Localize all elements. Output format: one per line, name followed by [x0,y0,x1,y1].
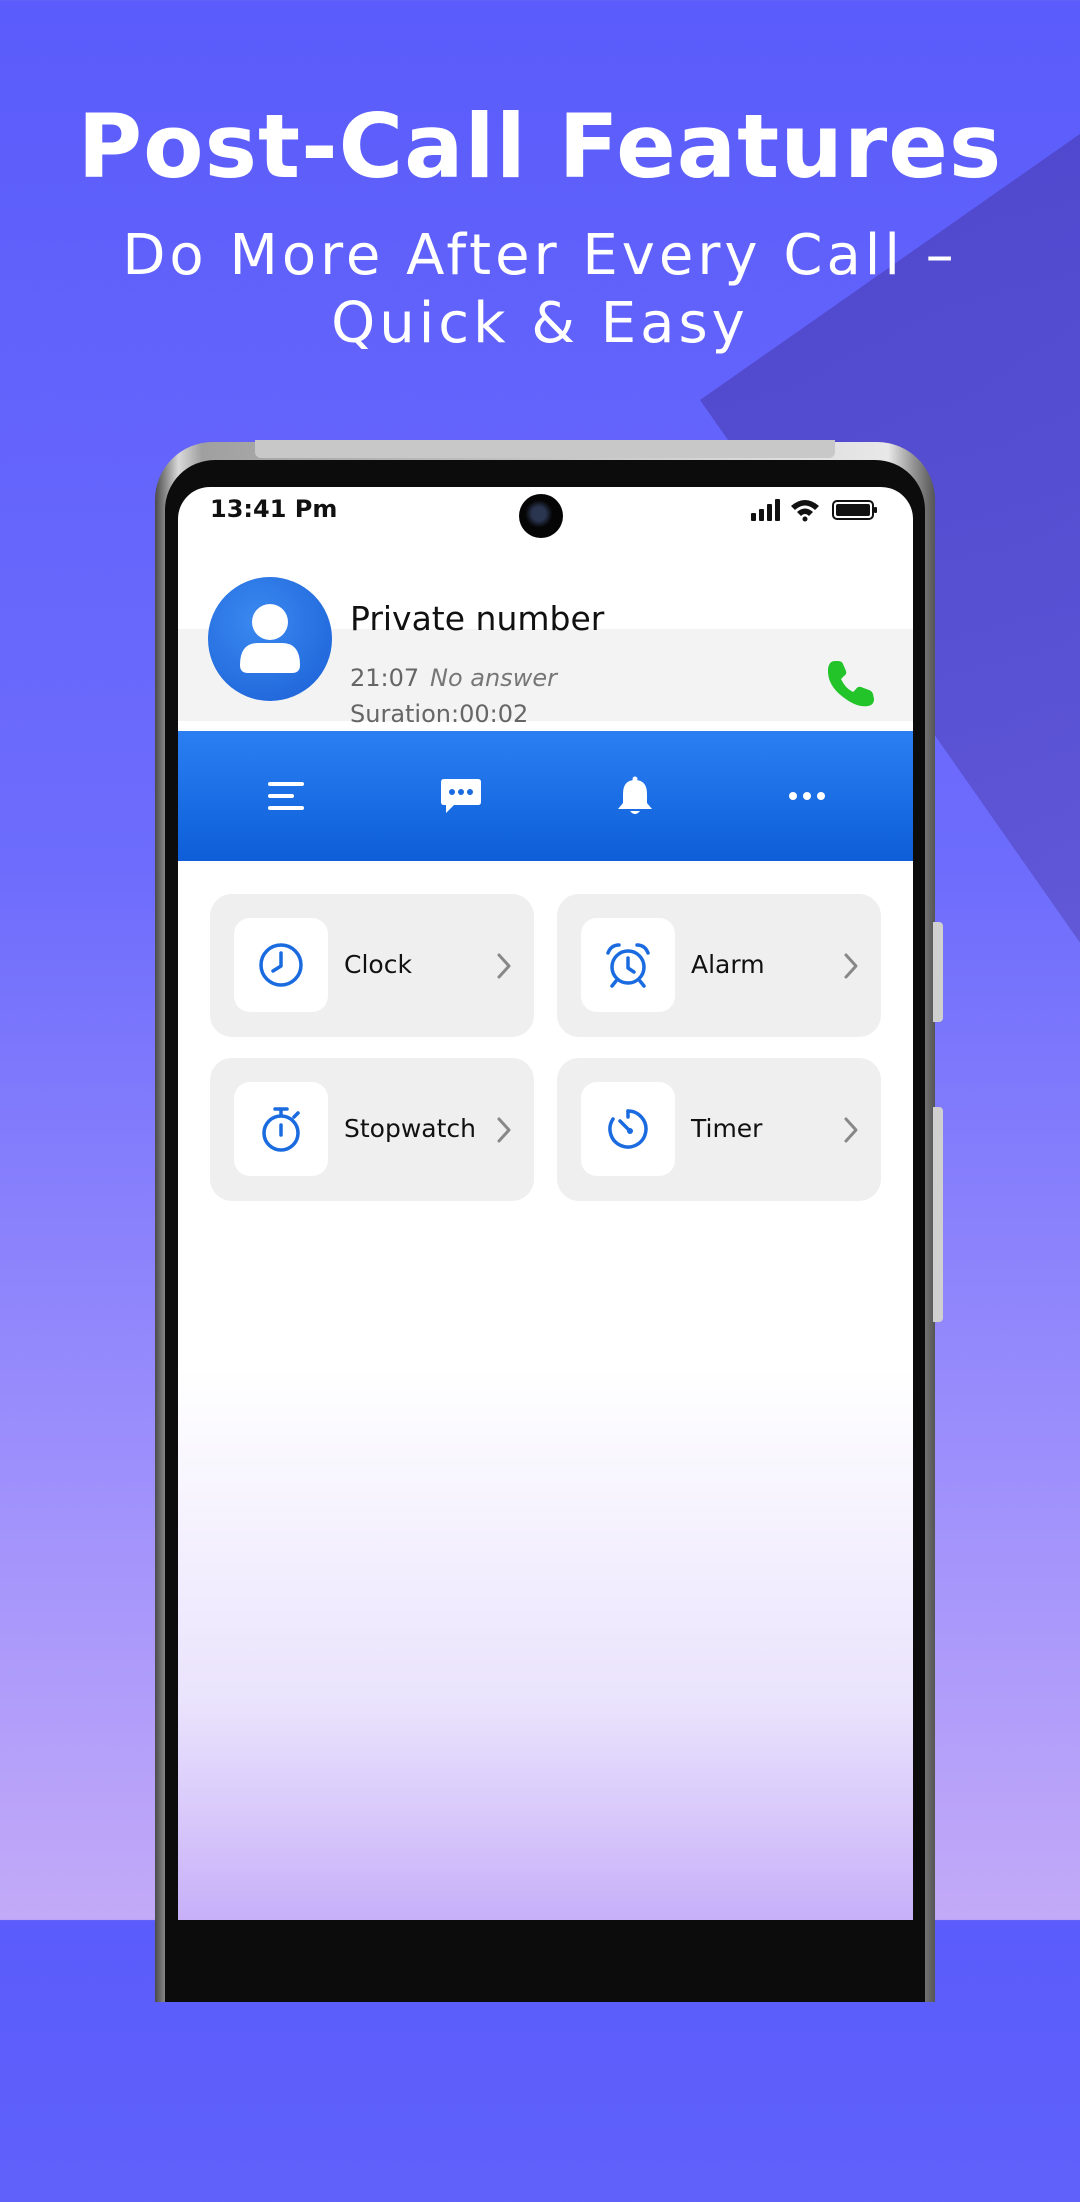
volume-button [933,922,943,1022]
feature-label: Timer [691,1114,763,1143]
wifi-icon [791,500,819,522]
power-button [933,1107,943,1322]
alarm-icon-box [581,918,675,1012]
message-icon[interactable] [440,776,482,816]
stopwatch-icon-box [234,1082,328,1176]
chevron-right-icon [497,1117,511,1143]
feature-card-timer[interactable]: Timer [557,1058,881,1201]
feature-card-clock[interactable]: Clock [210,894,534,1037]
battery-icon [832,500,877,520]
avatar[interactable] [208,577,332,701]
phone-top-strip [255,440,835,458]
phone-icon [827,661,874,707]
clock-icon-box [234,918,328,1012]
more-icon[interactable] [786,776,828,816]
feature-label: Alarm [691,950,765,979]
page-subheadline: Do More After Every Call – Quick & Easy [122,223,958,356]
call-back-button[interactable] [823,657,877,711]
call-time: 21:07 [350,664,420,692]
feature-label: Clock [344,950,412,979]
call-status: No answer [430,664,557,692]
feature-card-alarm[interactable]: Alarm [557,894,881,1037]
menu-icon[interactable] [266,776,308,816]
clock-icon [259,943,303,987]
timer-icon-box [581,1082,675,1176]
chevron-right-icon [844,953,858,979]
call-info: Private number 21:07 No answer Suration:… [178,577,913,728]
status-bar: 13:41 Pm [178,487,913,547]
front-camera [519,494,563,538]
timer-icon [608,1109,648,1149]
feature-card-stopwatch[interactable]: Stopwatch [210,1058,534,1201]
chevron-right-icon [497,953,511,979]
page-headline: Post-Call Features [77,95,1003,198]
action-toolbar [178,731,913,861]
bottom-fade [178,1367,913,1920]
alarm-icon [606,943,650,988]
status-time: 13:41 Pm [210,495,338,523]
person-icon [240,604,300,673]
stopwatch-icon [262,1107,300,1152]
contact-name: Private number [350,599,605,638]
feature-label: Stopwatch [344,1114,476,1143]
signal-icon [751,499,780,521]
status-icons [751,499,877,522]
chevron-right-icon [844,1117,858,1143]
call-duration: Suration:00:02 [350,700,529,728]
bell-icon[interactable] [614,776,656,816]
phone-screen: 13:41 Pm Private number 21:07 No answer … [178,487,913,1920]
